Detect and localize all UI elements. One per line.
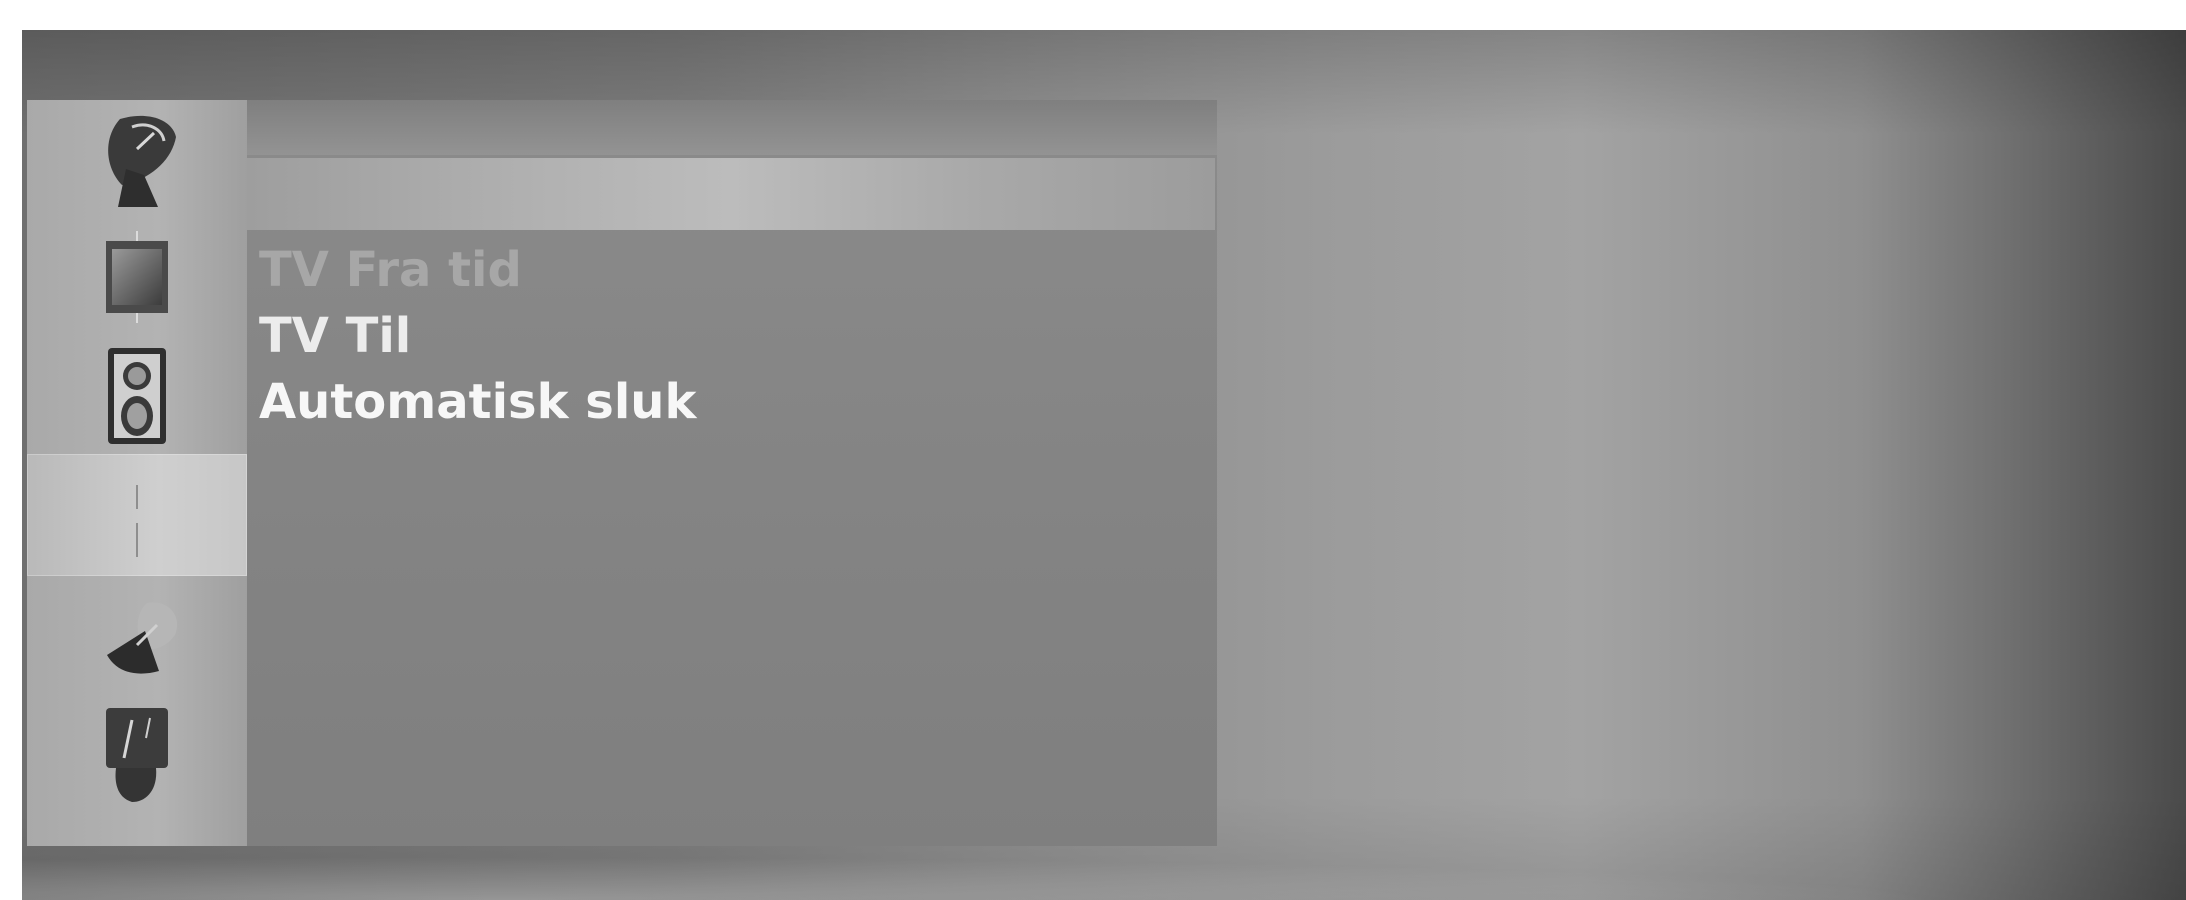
menu-item-auto-off[interactable]: Automatisk sluk bbox=[259, 372, 696, 432]
menu-content: TV Fra tid TV Til Automatisk sluk bbox=[247, 100, 1217, 846]
menu-sidebar bbox=[27, 100, 247, 846]
menu-item-tv-off-time[interactable]: TV Fra tid bbox=[259, 240, 522, 300]
tv-screen-icon bbox=[92, 227, 182, 327]
menu-title-bar bbox=[247, 100, 1217, 155]
speaker-icon bbox=[92, 340, 182, 450]
sidebar-item-satellite[interactable] bbox=[27, 100, 247, 218]
settings-dish-icon bbox=[87, 585, 187, 685]
sidebar-item-sound[interactable] bbox=[27, 336, 247, 454]
sidebar-item-timer[interactable] bbox=[27, 454, 247, 576]
menu-highlight-bar bbox=[247, 158, 1215, 230]
clock-icon bbox=[92, 465, 182, 565]
menu-item-tv-on-time[interactable]: TV Til bbox=[259, 306, 411, 366]
lock-icon bbox=[92, 698, 182, 808]
sidebar-item-picture[interactable] bbox=[27, 218, 247, 336]
tv-osd-screen: TV Fra tid TV Til Automatisk sluk bbox=[22, 30, 2186, 900]
sidebar-item-install[interactable] bbox=[27, 576, 247, 694]
osd-menu: TV Fra tid TV Til Automatisk sluk bbox=[27, 100, 1217, 846]
sidebar-item-lock[interactable] bbox=[27, 694, 247, 812]
satellite-dish-icon bbox=[92, 109, 182, 209]
screen-glow bbox=[22, 850, 2186, 900]
